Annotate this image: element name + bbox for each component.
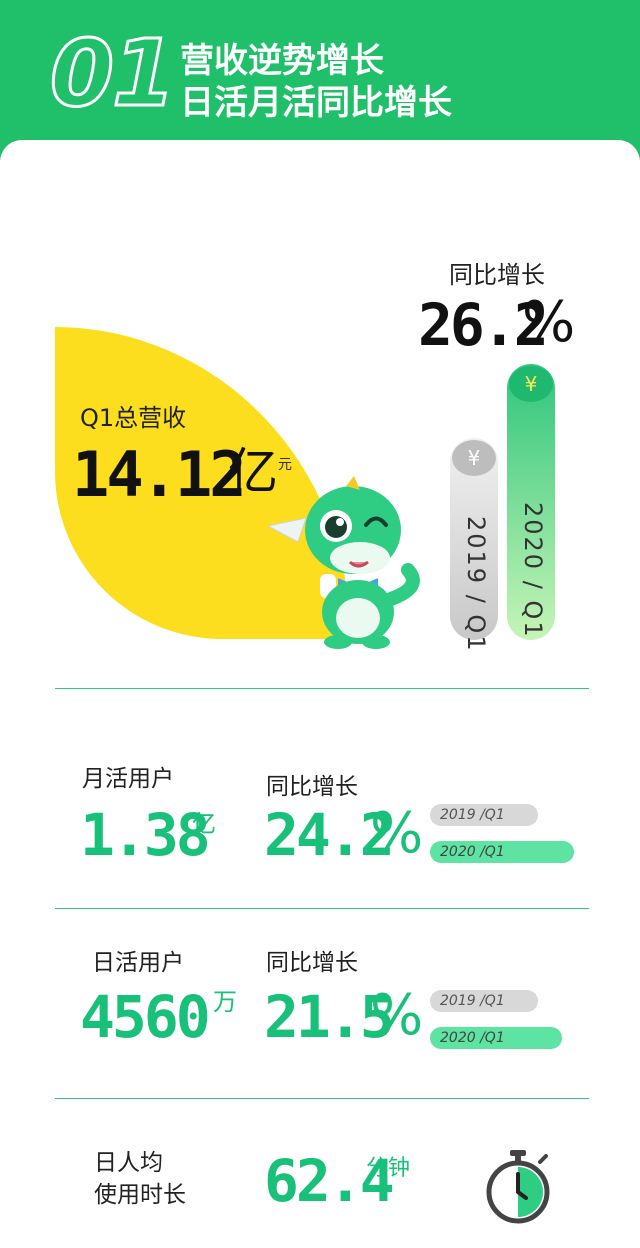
headline-line1: 营收逆势增长 xyxy=(180,41,384,81)
usage-label-line1: 日人均 xyxy=(94,1150,163,1176)
mau-label: 月活用户 xyxy=(82,766,174,792)
mau-unit: 亿 xyxy=(192,810,216,838)
usage-label-line2: 使用时长 xyxy=(94,1182,186,1208)
coin-grey-icon: ¥ xyxy=(452,440,496,476)
dau-bar-2019: 2019 /Q1 xyxy=(430,990,538,1012)
divider-2 xyxy=(55,908,589,909)
divider-3 xyxy=(55,1098,589,1099)
dau-unit: 万 xyxy=(213,988,237,1016)
mau-bar-2020: 2020 /Q1 xyxy=(430,841,574,863)
headline-line2: 日活月活同比增长 xyxy=(180,83,452,123)
coin-green-icon: ¥ xyxy=(509,366,553,402)
revenue-label: Q1总营收 xyxy=(80,404,187,432)
growth-label: 同比增长 xyxy=(449,261,545,289)
dau-label: 日活用户 xyxy=(92,950,184,976)
usage-unit: 分钟 xyxy=(366,1156,411,1181)
revenue-value: 14.12 xyxy=(72,438,247,511)
dau-growth-percent: % xyxy=(370,983,424,1048)
dau-value: 4560 xyxy=(80,983,211,1051)
header-banner: 01 营收逆势增长 日活月活同比增长 xyxy=(0,0,640,160)
divider-1 xyxy=(55,688,589,689)
growth-percent: % xyxy=(522,290,576,355)
pillar-label-2020: 2020 / Q1 xyxy=(519,502,547,639)
stopwatch-icon xyxy=(486,1150,550,1224)
mau-value: 1.38 xyxy=(80,801,211,869)
section-number: 01 xyxy=(48,20,177,127)
mau-growth-percent: % xyxy=(370,801,424,866)
dau-growth-label: 同比增长 xyxy=(266,950,358,976)
dragon-mascot-icon xyxy=(266,476,420,649)
mau-growth-label: 同比增长 xyxy=(266,774,358,800)
pillar-label-2019: 2019 / Q1 xyxy=(462,516,490,653)
mau-bar-2019: 2019 /Q1 xyxy=(430,804,538,826)
dau-bar-2020: 2020 /Q1 xyxy=(430,1027,562,1049)
